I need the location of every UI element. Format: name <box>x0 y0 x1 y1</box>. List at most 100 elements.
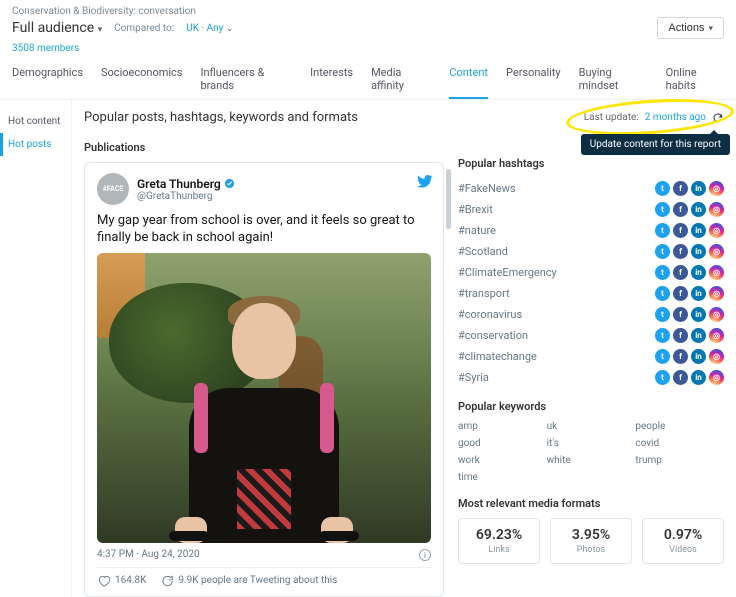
twitter-icon[interactable]: t <box>655 223 670 238</box>
chevron-down-icon: ▾ <box>708 23 713 34</box>
hashtag-label[interactable]: #Syria <box>458 371 489 384</box>
last-update-value[interactable]: 2 months ago <box>645 112 706 123</box>
linkedin-icon[interactable]: in <box>691 244 706 259</box>
compared-to-value[interactable]: UK · Any ⌄ <box>186 23 233 34</box>
keyword-item[interactable]: amp <box>458 421 547 432</box>
sidebar-item-hot-posts[interactable]: Hot posts <box>0 133 71 156</box>
last-update: Last update: 2 months ago <box>584 112 724 124</box>
twitter-icon[interactable]: t <box>655 286 670 301</box>
hashtag-label[interactable]: #ClimateEmergency <box>458 266 557 279</box>
avatar[interactable]: #FACE <box>97 173 129 205</box>
twitter-icon[interactable]: t <box>655 202 670 217</box>
tweet-card[interactable]: #FACE Greta Thunberg @GretaThunberg My g… <box>84 162 444 597</box>
linkedin-icon[interactable]: in <box>691 202 706 217</box>
talking-about[interactable]: 9.9K people are Tweeting about this <box>160 574 337 588</box>
linkedin-icon[interactable]: in <box>691 286 706 301</box>
instagram-icon[interactable]: ◎ <box>709 328 724 343</box>
twitter-icon[interactable]: t <box>655 370 670 385</box>
facebook-icon[interactable]: f <box>673 181 688 196</box>
tab-demographics[interactable]: Demographics <box>12 66 83 99</box>
linkedin-icon[interactable]: in <box>691 223 706 238</box>
chevron-down-icon: ▾ <box>98 25 103 35</box>
twitter-icon[interactable]: t <box>655 349 670 364</box>
compared-to-label: Compared to: <box>114 23 174 34</box>
hashtag-label[interactable]: #coronavirus <box>458 308 522 321</box>
tab-media-affinity[interactable]: Media affinity <box>371 66 431 99</box>
keyword-item[interactable]: uk <box>547 421 636 432</box>
linkedin-icon[interactable]: in <box>691 181 706 196</box>
facebook-icon[interactable]: f <box>673 370 688 385</box>
facebook-icon[interactable]: f <box>673 244 688 259</box>
member-count[interactable]: 3508 members <box>12 43 724 54</box>
keyword-item[interactable]: time <box>458 472 547 483</box>
facebook-icon[interactable]: f <box>673 307 688 322</box>
tab-personality[interactable]: Personality <box>506 66 561 99</box>
tweet-timestamp[interactable]: 4:37 PM · Aug 24, 2020 <box>97 549 200 560</box>
tweet-photo[interactable] <box>97 253 431 543</box>
tweet-handle[interactable]: @GretaThunberg <box>137 191 235 202</box>
scrollbar-thumb[interactable] <box>446 169 451 229</box>
instagram-icon[interactable]: ◎ <box>709 244 724 259</box>
hashtag-label[interactable]: #transport <box>458 287 510 300</box>
tab-buying-mindset[interactable]: Buying mindset <box>579 66 648 99</box>
instagram-icon[interactable]: ◎ <box>709 202 724 217</box>
tab-content[interactable]: Content <box>449 66 488 99</box>
sidebar-item-hot-content[interactable]: Hot content <box>0 110 71 133</box>
info-icon[interactable]: i <box>419 549 431 561</box>
facebook-icon[interactable]: f <box>673 286 688 301</box>
tab-interests[interactable]: Interests <box>310 66 353 99</box>
facebook-icon[interactable]: f <box>673 202 688 217</box>
twitter-icon[interactable]: t <box>655 328 670 343</box>
twitter-icon[interactable]: t <box>655 244 670 259</box>
instagram-icon[interactable]: ◎ <box>709 181 724 196</box>
actions-button[interactable]: Actions ▾ <box>657 17 724 39</box>
audience-selector[interactable]: Full audience ▾ <box>12 20 102 36</box>
linkedin-icon[interactable]: in <box>691 349 706 364</box>
hashtag-label[interactable]: #Scotland <box>458 245 508 258</box>
hashtag-label[interactable]: #Brexit <box>458 203 493 216</box>
twitter-icon[interactable]: t <box>655 265 670 280</box>
tweet-user[interactable]: Greta Thunberg <box>137 177 235 191</box>
tab-online-habits[interactable]: Online habits <box>666 66 724 99</box>
hashtag-row: #climatechange tfin◎ <box>458 346 724 367</box>
instagram-icon[interactable]: ◎ <box>709 286 724 301</box>
twitter-icon[interactable] <box>417 173 433 189</box>
media-format-box[interactable]: 0.97%Videos <box>642 518 724 564</box>
facebook-icon[interactable]: f <box>673 223 688 238</box>
linkedin-icon[interactable]: in <box>691 265 706 280</box>
instagram-icon[interactable]: ◎ <box>709 307 724 322</box>
tab-influencers-brands[interactable]: Influencers & brands <box>200 66 292 99</box>
linkedin-icon[interactable]: in <box>691 328 706 343</box>
sidebar: Hot contentHot posts <box>0 100 72 597</box>
twitter-icon[interactable]: t <box>655 307 670 322</box>
linkedin-icon[interactable]: in <box>691 307 706 322</box>
media-format-box[interactable]: 69.23%Links <box>458 518 540 564</box>
like-button[interactable]: 164.8K <box>97 574 146 588</box>
instagram-icon[interactable]: ◎ <box>709 349 724 364</box>
tab-socioeconomics[interactable]: Socioeconomics <box>101 66 182 99</box>
keyword-item[interactable]: people <box>635 421 724 432</box>
facebook-icon[interactable]: f <box>673 328 688 343</box>
keyword-item[interactable]: covid <box>635 438 724 449</box>
keyword-item[interactable]: trump <box>635 455 724 466</box>
media-percent: 69.23% <box>463 527 535 543</box>
facebook-icon[interactable]: f <box>673 265 688 280</box>
refresh-icon[interactable] <box>712 112 724 124</box>
keyword-item[interactable]: white <box>547 455 636 466</box>
facebook-icon[interactable]: f <box>673 349 688 364</box>
keyword-item[interactable]: work <box>458 455 547 466</box>
instagram-icon[interactable]: ◎ <box>709 265 724 280</box>
hashtag-label[interactable]: #FakeNews <box>458 182 516 195</box>
keyword-item[interactable]: good <box>458 438 547 449</box>
page-title: Popular posts, hashtags, keywords and fo… <box>84 110 358 125</box>
hashtag-label[interactable]: #nature <box>458 224 496 237</box>
hashtag-label[interactable]: #conservation <box>458 329 528 342</box>
twitter-icon[interactable]: t <box>655 181 670 196</box>
media-format-box[interactable]: 3.95%Photos <box>550 518 632 564</box>
keyword-item[interactable]: it's <box>547 438 636 449</box>
hashtag-label[interactable]: #climatechange <box>458 350 537 363</box>
instagram-icon[interactable]: ◎ <box>709 223 724 238</box>
instagram-icon[interactable]: ◎ <box>709 370 724 385</box>
linkedin-icon[interactable]: in <box>691 370 706 385</box>
hashtag-social: tfin◎ <box>655 328 724 343</box>
